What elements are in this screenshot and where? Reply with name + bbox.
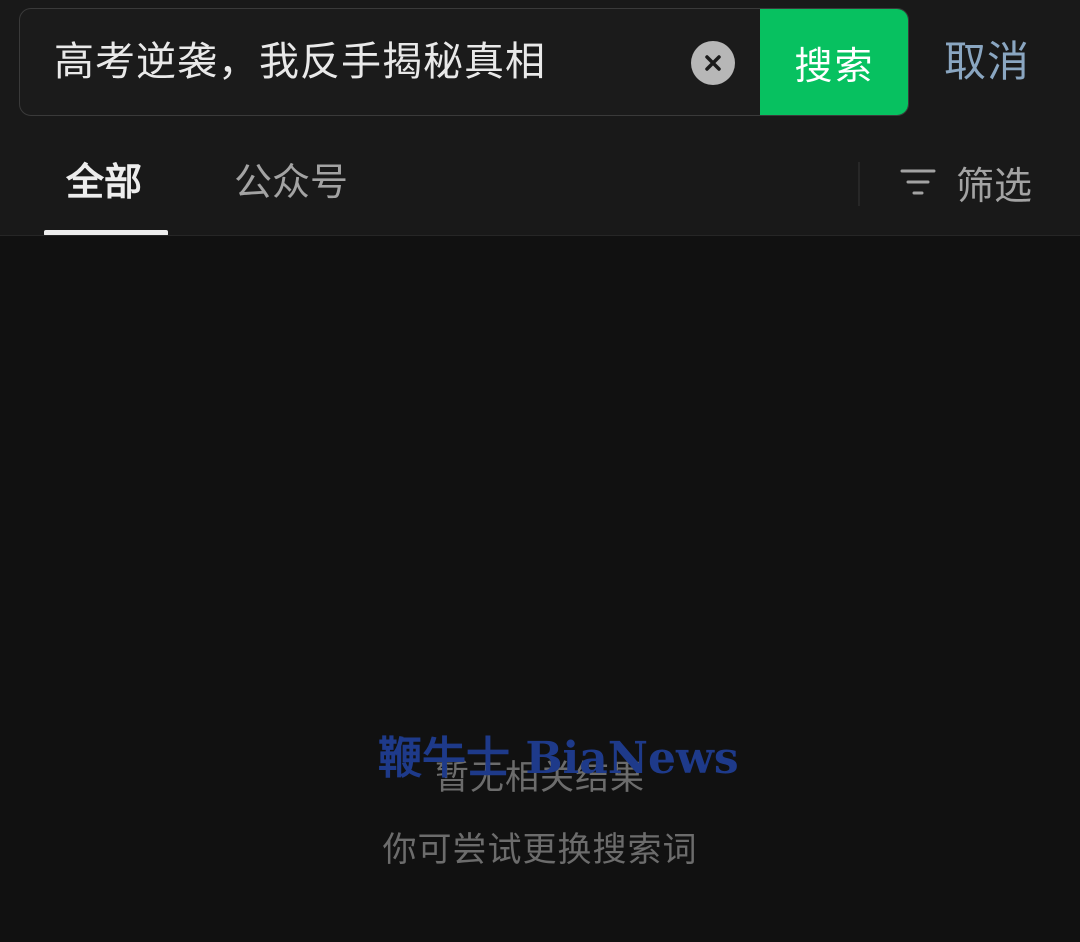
cancel-button[interactable]: 取消 — [944, 8, 1030, 116]
close-icon — [705, 55, 721, 71]
search-button[interactable]: 搜索 — [760, 9, 908, 115]
filter-label: 筛选 — [956, 163, 1033, 208]
filter-button[interactable]: 筛选 — [900, 152, 1032, 212]
filter-icon — [900, 169, 936, 195]
tab-official-accounts[interactable]: 公众号 — [234, 152, 348, 212]
tab-all[interactable]: 全部 — [66, 152, 142, 212]
header-divider — [0, 235, 1080, 236]
empty-state-hint: 你可尝试更换搜索词 — [382, 830, 698, 870]
divider — [858, 162, 860, 206]
search-box[interactable]: 高考逆袭，我反手揭秘真相 搜索 — [19, 8, 909, 116]
clear-search-button[interactable] — [691, 41, 735, 85]
search-input[interactable]: 高考逆袭，我反手揭秘真相 — [54, 9, 674, 115]
watermark-logo: 鞭牛士 BiaNews — [378, 733, 739, 784]
